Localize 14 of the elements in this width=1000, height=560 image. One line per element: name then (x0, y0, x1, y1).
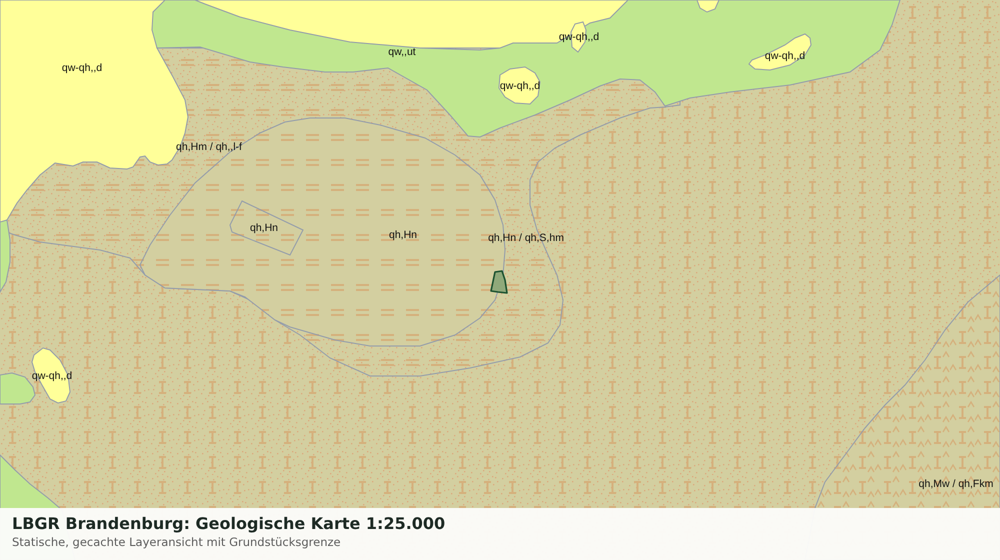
map-label: qw-qh,,d (558, 31, 600, 43)
map-label: qw-qh,,d (62, 62, 102, 74)
map-label: qh,Hn / qh,S,hm (488, 232, 564, 244)
map-label: qh,Hm / qh,,l-f (176, 141, 242, 153)
map-label: qh,Hn (388, 229, 418, 241)
caption-title: LBGR Brandenburg: Geologische Karte 1:25.000 (12, 513, 446, 534)
map-label: qw-qh,,d (500, 80, 540, 92)
map-label: qw-qh,,d (32, 370, 72, 382)
parcel-outline (490, 270, 508, 294)
map-label: qw,,ut (388, 46, 416, 58)
map-label: qw-qh,,d (764, 50, 806, 62)
map-label: qh,Mw / qh,Fkm (918, 478, 994, 490)
caption-subtitle: Statische, gecachte Layeransicht mit Grundstücksgrenze (12, 534, 341, 551)
map-label: qh,Hn (250, 222, 278, 234)
